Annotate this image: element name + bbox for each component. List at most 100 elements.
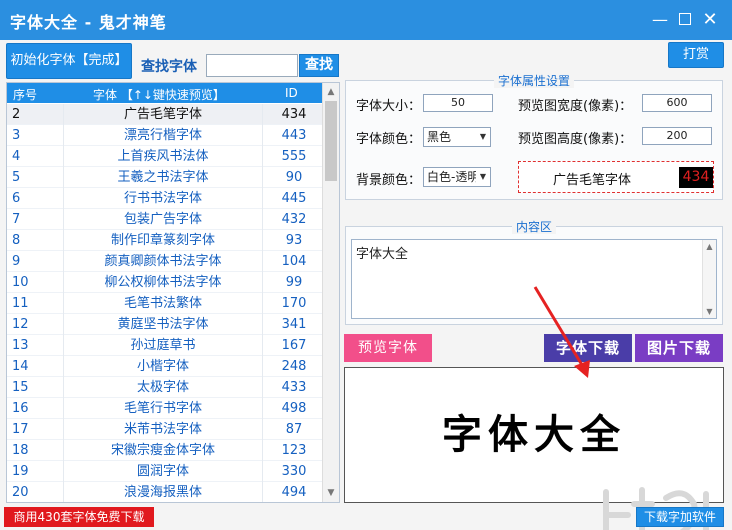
window-title: 字体大全 - 鬼才神笔 xyxy=(10,13,167,32)
row-id: 170 xyxy=(281,296,307,311)
preview-width-label: 预览图宽度(像素)： xyxy=(518,99,633,114)
table-row[interactable]: 15 太极字体 433 xyxy=(7,377,323,398)
table-row[interactable]: 6 行书书法字体 445 xyxy=(7,188,323,209)
row-no: 20 xyxy=(12,485,29,500)
header-id: ID xyxy=(285,86,298,100)
maximize-icon xyxy=(679,13,691,25)
row-id: 330 xyxy=(281,464,307,479)
row-no: 4 xyxy=(12,149,21,164)
row-no: 6 xyxy=(12,191,21,206)
row-no: 18 xyxy=(12,443,29,458)
content-scrollbar[interactable]: ▲ ▼ xyxy=(702,240,716,318)
title-bar: 字体大全 - 鬼才神笔 — ✕ xyxy=(0,0,732,40)
maximize-button[interactable] xyxy=(675,10,695,30)
font-download-button[interactable]: 字体下载 xyxy=(544,334,632,362)
content-text: 字体大全 xyxy=(356,247,409,262)
table-row[interactable]: 17 米芾书法字体 87 xyxy=(7,419,323,440)
table-row[interactable]: 18 宋徽宗瘦金体字体 123 xyxy=(7,440,323,461)
table-row[interactable]: 2 广告毛笔字体 434 xyxy=(7,104,323,125)
row-font-name: 毛笔书法繁体 xyxy=(63,293,263,314)
preview-width-input[interactable]: 600 xyxy=(642,94,712,112)
download-zijia-button[interactable]: 下载字加软件 xyxy=(636,507,724,527)
bg-color-value: 白色-透明 xyxy=(427,170,480,184)
row-id: 445 xyxy=(281,191,307,206)
row-font-name: 漂亮行楷字体 xyxy=(63,125,263,146)
row-no: 2 xyxy=(12,107,21,122)
row-id: 99 xyxy=(285,275,303,290)
font-color-value: 黑色 xyxy=(427,130,452,144)
preview-height-label: 预览图高度(像素)： xyxy=(518,132,633,147)
row-no: 8 xyxy=(12,233,21,248)
table-row[interactable]: 8 制作印章篆刻字体 93 xyxy=(7,230,323,251)
table-row[interactable]: 12 黄庭坚书法字体 341 xyxy=(7,314,323,335)
main-client: 初始化字体【完成】 查找字体 查找 打赏 序号 字体 【↑↓键快速预览】 ID … xyxy=(0,40,732,530)
row-font-name: 黄庭坚书法字体 xyxy=(63,314,263,335)
font-mini-preview: 广告毛笔字体 434 xyxy=(518,161,714,193)
row-font-name: 颜真卿颜体书法字体 xyxy=(63,251,263,272)
scroll-down-icon[interactable]: ▼ xyxy=(323,485,339,501)
table-row[interactable]: 3 漂亮行楷字体 443 xyxy=(7,125,323,146)
table-row[interactable]: 10 柳公权柳体书法字体 99 xyxy=(7,272,323,293)
table-row[interactable]: 7 包装广告字体 432 xyxy=(7,209,323,230)
row-font-name: 行书书法字体 xyxy=(63,188,263,209)
bg-color-select[interactable]: 白色-透明 ▼ xyxy=(423,167,491,187)
promo-link[interactable]: 商用430套字体免费下载 xyxy=(4,507,154,527)
scroll-up-icon[interactable]: ▲ xyxy=(703,242,716,251)
scroll-thumb[interactable] xyxy=(325,101,337,181)
row-font-name: 宋徽宗瘦金体字体 xyxy=(63,440,263,461)
table-row[interactable]: 4 上首疾风书法体 555 xyxy=(7,146,323,167)
preview-font-button[interactable]: 预览字体 xyxy=(344,334,432,362)
row-id: 87 xyxy=(285,422,303,437)
font-size-input[interactable]: 50 xyxy=(423,94,493,112)
chevron-down-icon: ▼ xyxy=(476,128,490,146)
row-font-name: 王羲之书法字体 xyxy=(63,167,263,188)
font-color-select[interactable]: 黑色 ▼ xyxy=(423,127,491,147)
minimize-button[interactable]: — xyxy=(650,10,670,30)
table-row[interactable]: 20 浪漫海报黑体 494 xyxy=(7,482,323,502)
chevron-down-icon: ▼ xyxy=(476,168,490,186)
close-button[interactable]: ✕ xyxy=(700,10,720,30)
preview-height-input[interactable]: 200 xyxy=(642,127,712,145)
row-id: 432 xyxy=(281,212,307,227)
table-row[interactable]: 16 毛笔行书字体 498 xyxy=(7,398,323,419)
row-no: 7 xyxy=(12,212,21,227)
row-id: 498 xyxy=(281,401,307,416)
row-id: 248 xyxy=(281,359,307,374)
find-font-input[interactable] xyxy=(206,54,298,77)
content-legend: 内容区 xyxy=(511,220,556,234)
table-row[interactable]: 19 圆润字体 330 xyxy=(7,461,323,482)
preview-canvas-text: 字体大全 xyxy=(442,411,626,458)
row-no: 9 xyxy=(12,254,21,269)
table-row[interactable]: 9 颜真卿颜体书法字体 104 xyxy=(7,251,323,272)
preview-canvas: 字体大全 xyxy=(344,367,724,503)
table-row[interactable]: 5 王羲之书法字体 90 xyxy=(7,167,323,188)
table-row[interactable]: 11 毛笔书法繁体 170 xyxy=(7,293,323,314)
row-no: 19 xyxy=(12,464,29,479)
find-button[interactable]: 查找 xyxy=(299,54,339,77)
row-font-name: 太极字体 xyxy=(63,377,263,398)
init-fonts-button[interactable]: 初始化字体【完成】 xyxy=(6,43,132,79)
font-color-label: 字体颜色： xyxy=(356,132,422,147)
table-row[interactable]: 14 小楷字体 248 xyxy=(7,356,323,377)
row-font-name: 毛笔行书字体 xyxy=(63,398,263,419)
row-no: 16 xyxy=(12,401,29,416)
header-name: 字体 【↑↓键快速预览】 xyxy=(93,88,225,102)
scroll-up-icon[interactable]: ▲ xyxy=(323,84,339,100)
font-list[interactable]: 序号 字体 【↑↓键快速预览】 ID 2 广告毛笔字体 434 3 漂亮行楷字体 443 4… xyxy=(6,82,340,503)
table-row[interactable]: 13 孙过庭草书 167 xyxy=(7,335,323,356)
scroll-down-icon[interactable]: ▼ xyxy=(703,307,716,316)
font-list-scrollbar[interactable]: ▲ ▼ xyxy=(322,83,339,502)
font-list-rows: 2 广告毛笔字体 434 3 漂亮行楷字体 443 4 上首疾风书法体 555 5 王羲之书法字体 9… xyxy=(7,104,323,502)
row-font-name: 米芾书法字体 xyxy=(63,419,263,440)
content-textarea[interactable]: 字体大全 ▲ ▼ xyxy=(351,239,717,319)
reward-button[interactable]: 打赏 xyxy=(668,42,724,68)
row-no: 11 xyxy=(12,296,29,311)
row-id: 555 xyxy=(281,149,307,164)
row-no: 3 xyxy=(12,128,21,143)
row-id: 341 xyxy=(281,317,307,332)
row-font-name: 包装广告字体 xyxy=(63,209,263,230)
image-download-button[interactable]: 图片下载 xyxy=(635,334,723,362)
content-group: 内容区 字体大全 ▲ ▼ xyxy=(345,220,723,325)
font-size-label: 字体大小： xyxy=(356,99,422,114)
mini-preview-id: 434 xyxy=(679,167,713,188)
